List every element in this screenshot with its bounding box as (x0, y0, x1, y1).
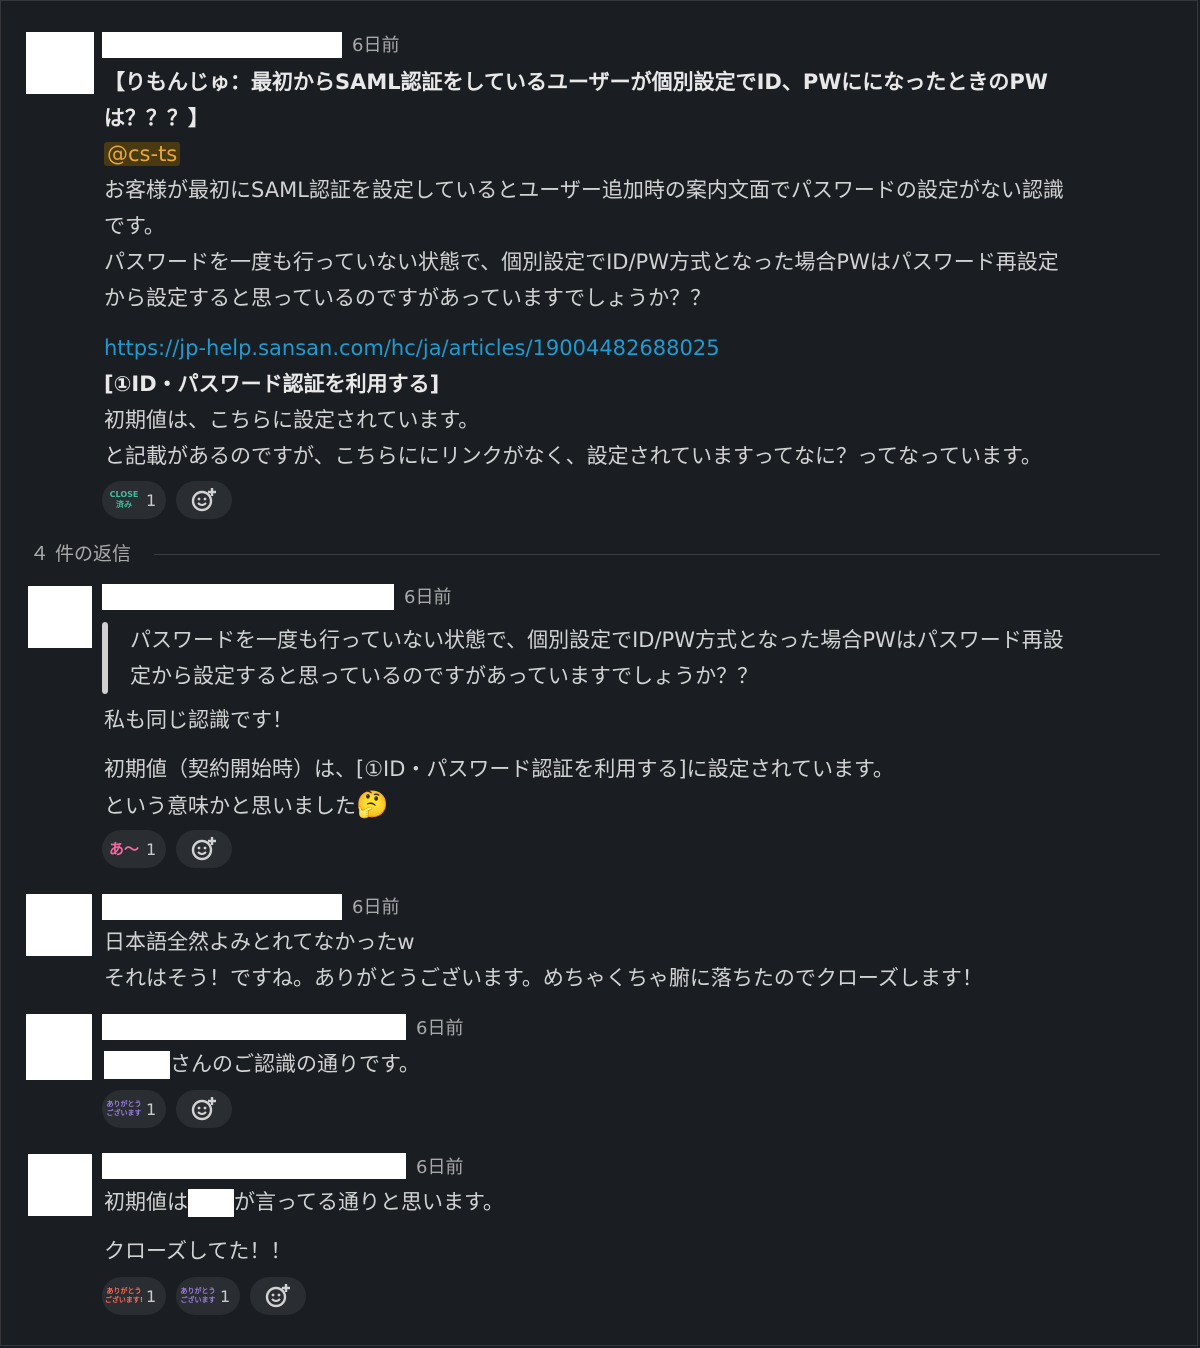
thanks-red-emoji-icon: ありがとう ございます! (104, 1287, 144, 1304)
thanks-emoji-icon: ありがとう ございます (106, 1100, 142, 1117)
add-reaction-icon (265, 1284, 290, 1308)
close-done-emoji-icon: CLOSE 済み (109, 490, 139, 509)
reaction-close-done[interactable]: CLOSE 済み 1 (102, 481, 167, 519)
quoted-line: パスワードを一度も行っていない状態で、個別設定でID/PW方式となった場合PWは… (130, 628, 1064, 652)
reaction-thanks[interactable]: ありがとう ございます 1 (176, 1277, 241, 1315)
reply-count-label: ４ 件の返信 (30, 543, 132, 565)
quoted-heading: [①ID・パスワード認証を利用する] (104, 372, 440, 396)
add-reaction-button[interactable] (176, 1090, 232, 1128)
redacted-name (188, 1189, 234, 1217)
reaction-ah[interactable]: あ〜 1 (102, 830, 167, 868)
avatar[interactable] (26, 1014, 92, 1080)
thanks-emoji-icon: ありがとう ございます (180, 1287, 216, 1304)
sender-name[interactable] (102, 584, 394, 610)
avatar[interactable] (28, 586, 92, 648)
reaction-thanks[interactable]: ありがとう ございます 1 (102, 1090, 167, 1128)
body-text: 初期値は (104, 1190, 188, 1214)
avatar[interactable] (26, 32, 94, 94)
add-reaction-button[interactable] (250, 1277, 306, 1315)
body-text: が言ってる通りと思います。 (234, 1190, 504, 1214)
redacted-name (104, 1051, 170, 1079)
replies-divider: ４ 件の返信 (30, 540, 1162, 568)
message-title: 【りもんじゅ：最初からSAML認証をしているユーザーが個別設定でID、PWににな… (104, 70, 1048, 94)
body-line: それはそう！ですね。ありがとうございます。めちゃくちゃ腑に落ちたのでクローズしま… (104, 966, 983, 990)
body-line: 初期値（契約開始時）は、[①ID・パスワード認証を利用する]に設定されています。 (104, 757, 894, 781)
body-line: さんのご認識の通りです。 (104, 1046, 420, 1082)
quote-bar (102, 622, 108, 694)
reaction-count: 1 (146, 490, 157, 510)
sender-name[interactable] (102, 1153, 406, 1179)
divider-line (154, 554, 1160, 555)
timestamp[interactable]: 6日前 (352, 33, 399, 59)
body-line: から設定すると思っているのですがあっていますでしょうか？？ (104, 286, 712, 310)
body-line: クローズしてた！！ (104, 1239, 292, 1263)
help-article-link[interactable]: https://jp-help.sansan.com/hc/ja/article… (104, 330, 720, 366)
reaction-count: 1 (146, 839, 157, 859)
ah-emoji-icon: あ〜 (109, 840, 140, 858)
reaction-thanks-red[interactable]: ありがとう ございます! 1 (102, 1277, 167, 1315)
body-line: 初期値は、こちらに設定されています。 (104, 408, 480, 432)
add-reaction-button[interactable] (176, 830, 232, 868)
body-line-with-emoji: という意味かと思いました🤔 (104, 787, 388, 824)
add-reaction-icon (191, 837, 216, 861)
message-title-cont: は？？？】 (104, 106, 209, 130)
body-line: と記載があるのですが、こちらににリンクがなく、設定されていますってなに？ってなっ… (104, 444, 1042, 468)
sender-name[interactable] (102, 1014, 406, 1040)
body-line: 初期値は が言ってる通りと思います。 (104, 1184, 504, 1220)
body-line: パスワードを一度も行っていない状態で、個別設定でID/PW方式となった場合PWは… (104, 250, 1059, 274)
body-text: という意味かと思いました (104, 794, 356, 818)
user-mention[interactable]: @cs-ts (104, 142, 181, 166)
reaction-count: 1 (220, 1286, 231, 1306)
body-line: です。 (104, 214, 165, 238)
body-text: さんのご認識の通りです。 (170, 1052, 420, 1076)
avatar[interactable] (26, 894, 92, 956)
timestamp[interactable]: 6日前 (416, 1155, 463, 1181)
reaction-count: 1 (146, 1286, 157, 1306)
mention-line: @cs-ts (104, 136, 181, 172)
add-reaction-icon (191, 1097, 216, 1121)
body-line: お客様が最初にSAML認証を設定しているとユーザー追加時の案内文面でパスワードの… (104, 178, 1064, 202)
thinking-face-icon: 🤔 (356, 790, 389, 820)
add-reaction-button[interactable] (176, 481, 232, 519)
sender-name[interactable] (102, 894, 342, 920)
timestamp[interactable]: 6日前 (416, 1016, 463, 1042)
sender-name[interactable] (102, 32, 342, 58)
timestamp[interactable]: 6日前 (352, 895, 399, 921)
body-line: 私も同じ認識です！ (104, 708, 293, 732)
quoted-line: 定から設定すると思っているのですがあっていますでしょうか？？ (130, 664, 759, 688)
reaction-count: 1 (146, 1099, 157, 1119)
timestamp[interactable]: 6日前 (404, 585, 451, 611)
add-reaction-icon (191, 488, 216, 512)
avatar[interactable] (28, 1154, 92, 1216)
body-line: 日本語全然よみとれてなかったw (104, 930, 415, 954)
